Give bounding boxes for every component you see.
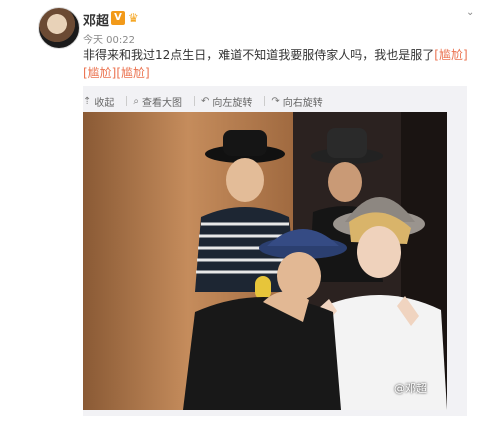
post-photo[interactable]: @邓超 xyxy=(83,112,447,410)
divider xyxy=(264,96,266,106)
chevron-down-icon[interactable]: ⌄ xyxy=(466,7,480,18)
verified-badge: V xyxy=(111,11,125,25)
rotate-left-icon: ↶ xyxy=(201,95,210,107)
rotate-right-button[interactable]: ↷ 向右旋转 xyxy=(271,94,322,109)
collapse-button[interactable]: ⇡ 收起 xyxy=(83,94,114,109)
photo-watermark: @邓超 xyxy=(394,382,427,395)
media-toolbar: ⇡ 收起 ⌕ 查看大图 ↶ 向左旋转 ↷ 向右旋转 xyxy=(83,92,329,110)
divider xyxy=(126,96,128,106)
divider xyxy=(194,96,195,106)
rotate-right-icon: ↷ xyxy=(271,95,280,107)
post-time[interactable]: 今天 00:22 xyxy=(83,31,135,46)
emoji-tag: [尴尬] xyxy=(116,66,150,80)
emoji-tag: [尴尬] xyxy=(434,48,468,62)
group-photo-illustration xyxy=(83,112,447,410)
rotate-left-button[interactable]: ↶ 向左旋转 xyxy=(201,94,252,109)
post-text: 非得来和我过12点生日，难道不知道我要服侍家人吗，我也是服了[尴尬][尴尬][尴… xyxy=(83,46,478,82)
member-crown-icon: ♛ xyxy=(128,11,139,25)
post-body: 非得来和我过12点生日，难道不知道我要服侍家人吗，我也是服了 xyxy=(83,48,435,62)
avatar[interactable] xyxy=(38,7,80,49)
view-large-button[interactable]: ⌕ 查看大图 xyxy=(133,94,182,109)
magnifier-icon: ⌕ xyxy=(133,95,139,107)
author-name[interactable]: 邓超 xyxy=(83,10,109,29)
emoji-tag: [尴尬] xyxy=(83,66,117,80)
collapse-up-icon: ⇡ xyxy=(83,95,92,107)
